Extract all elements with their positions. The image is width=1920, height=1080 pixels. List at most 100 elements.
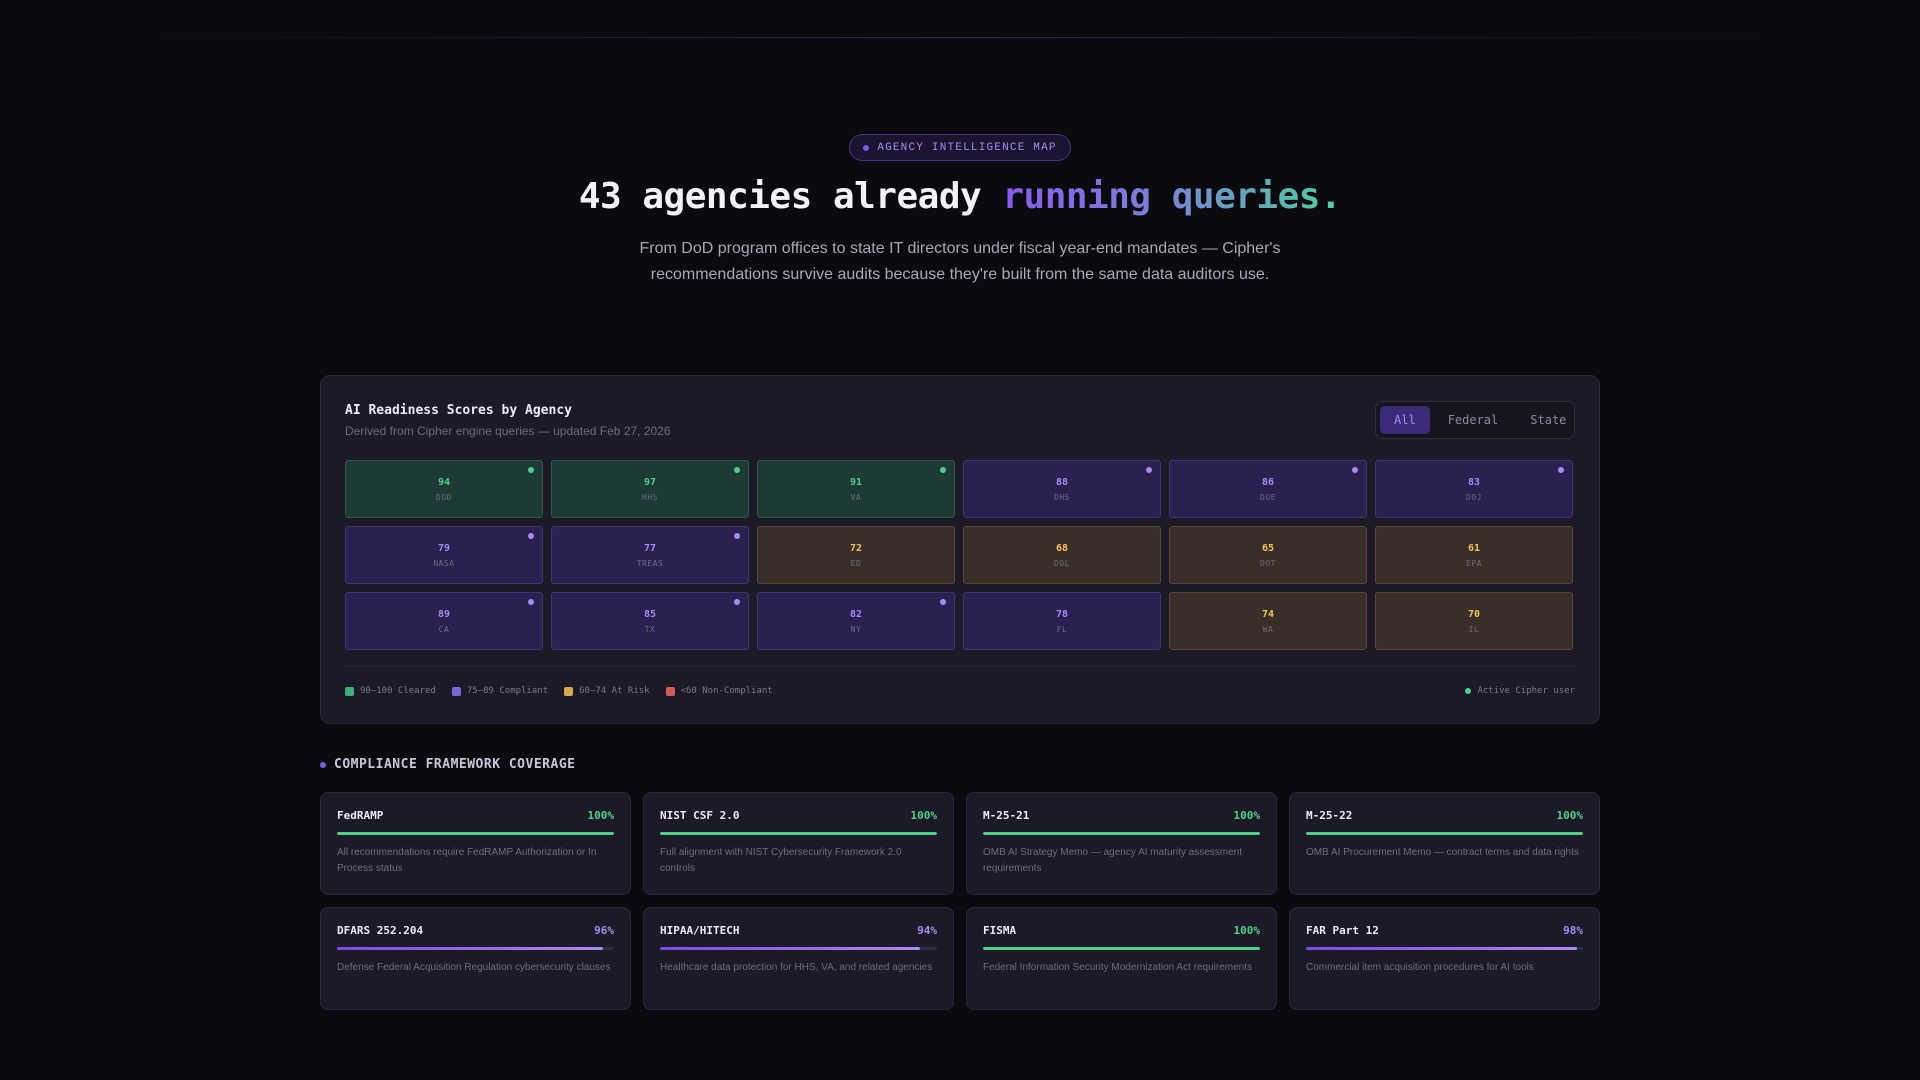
framework-name: M-25-21 xyxy=(983,809,1030,822)
agency-tile[interactable]: 77 TREAS xyxy=(551,526,749,584)
agency-name: DOE xyxy=(1260,492,1276,502)
agency-tile[interactable]: 82 NY xyxy=(757,592,955,650)
legend-label: 75–89 Compliant xyxy=(466,686,549,696)
agency-tile[interactable]: 65 DOT xyxy=(1169,526,1367,584)
framework-percent: 94% xyxy=(917,924,937,937)
agency-tile[interactable]: 94 DOD xyxy=(345,460,543,518)
agency-score: 94 xyxy=(437,476,451,488)
agency-name: ED xyxy=(850,558,862,568)
coverage-progress-bar xyxy=(337,832,614,835)
agency-name: IL xyxy=(1468,624,1480,634)
agency-score: 85 xyxy=(643,608,657,620)
framework-card: HIPAA/HITECH 94% Healthcare data protectio… xyxy=(643,907,954,1010)
agency-tile[interactable]: 88 DHS xyxy=(963,460,1161,518)
framework-description: Defense Federal Acquisition Regulation c… xyxy=(337,962,611,973)
agency-tile[interactable]: 79 NASA xyxy=(345,526,543,584)
badge-label: AGENCY INTELLIGENCE MAP xyxy=(877,141,1057,154)
agency-score: 89 xyxy=(437,608,451,620)
legend-swatch-icon xyxy=(451,686,461,696)
agency-name: CA xyxy=(438,624,450,634)
agency-name: WA xyxy=(1262,624,1274,634)
active-user-dot-icon xyxy=(528,533,534,539)
section-dot-icon xyxy=(320,761,326,768)
badge-dot-icon xyxy=(863,144,870,151)
agency-name: EPA xyxy=(1466,558,1482,568)
agency-tile[interactable]: 86 DOE xyxy=(1169,460,1367,518)
filter-state-button[interactable]: State xyxy=(1516,406,1580,434)
legend-item: <60 Non-Compliant xyxy=(665,686,773,696)
framework-card: NIST CSF 2.0 100% Full alignment with NIST… xyxy=(643,792,954,895)
agency-name: NY xyxy=(850,624,862,634)
framework-name: FedRAMP xyxy=(337,809,384,822)
agency-score: 79 xyxy=(437,542,451,554)
agency-score: 68 xyxy=(1055,542,1069,554)
filter-federal-button[interactable]: Federal xyxy=(1434,406,1513,434)
agency-tile[interactable]: 78 FL xyxy=(963,592,1161,650)
agency-name: DOD xyxy=(436,492,452,502)
agency-tile[interactable]: 61 EPA xyxy=(1375,526,1573,584)
framework-section-title: COMPLIANCE FRAMEWORK COVERAGE xyxy=(320,757,575,772)
framework-card: M-25-21 100% OMB AI Strategy Memo — agency… xyxy=(966,792,1277,895)
hero-section: AGENCY INTELLIGENCE MAP 43 agencies alre… xyxy=(0,134,1920,288)
agency-tile[interactable]: 72 ED xyxy=(757,526,955,584)
agency-score: 77 xyxy=(643,542,657,554)
legend-swatch-icon xyxy=(564,686,574,696)
agency-score: 70 xyxy=(1467,608,1481,620)
agency-name: DOL xyxy=(1054,558,1070,568)
framework-card: FISMA 100% Federal Information Security Mo… xyxy=(966,907,1277,1010)
card-header: NIST CSF 2.0 100% xyxy=(660,809,937,822)
active-user-dot-icon xyxy=(1352,467,1358,473)
coverage-progress-bar xyxy=(983,947,1260,950)
agency-name: DHS xyxy=(1054,492,1070,502)
agency-tile[interactable]: 91 VA xyxy=(757,460,955,518)
framework-description: Healthcare data protection for HHS, VA, … xyxy=(660,962,933,973)
agency-name: TREAS xyxy=(636,558,664,568)
section-badge: AGENCY INTELLIGENCE MAP xyxy=(849,134,1071,161)
card-header: DFARS 252.204 96% xyxy=(337,924,614,937)
framework-name: FAR Part 12 xyxy=(1306,924,1379,937)
framework-description: Full alignment with NIST Cybersecurity F… xyxy=(660,847,902,874)
legend-label: 60–74 At Risk xyxy=(579,686,650,696)
legend-swatch-icon xyxy=(665,686,675,696)
agency-tile[interactable]: 70 IL xyxy=(1375,592,1573,650)
framework-card: M-25-22 100% OMB AI Procurement Memo — con… xyxy=(1289,792,1600,895)
agency-score: 91 xyxy=(849,476,863,488)
agency-grid: 94 DOD 97 HHS 91 VA 88 DHS 86 DOE 83 DOJ 79 NASA 77 TRE… xyxy=(345,460,1575,650)
agency-score: 82 xyxy=(849,608,863,620)
framework-percent: 100% xyxy=(910,809,938,822)
filter-toggle: All Federal State xyxy=(1375,401,1575,439)
agency-tile[interactable]: 83 DOJ xyxy=(1375,460,1573,518)
card-header: HIPAA/HITECH 94% xyxy=(660,924,937,937)
agency-name: FL xyxy=(1056,624,1068,634)
headline-accent: running queries. xyxy=(1002,176,1342,217)
coverage-progress-bar xyxy=(1306,947,1583,950)
filter-all-button[interactable]: All xyxy=(1380,406,1430,434)
agency-tile[interactable]: 85 TX xyxy=(551,592,749,650)
agency-tile[interactable]: 74 WA xyxy=(1169,592,1367,650)
agency-name: NASA xyxy=(433,558,455,568)
agency-tile[interactable]: 97 HHS xyxy=(551,460,749,518)
coverage-progress-fill xyxy=(1306,832,1583,835)
coverage-progress-bar xyxy=(1306,832,1583,835)
agency-name: DOT xyxy=(1260,558,1276,568)
framework-name: FISMA xyxy=(983,924,1017,937)
agency-score: 74 xyxy=(1261,608,1275,620)
coverage-progress-bar xyxy=(660,832,937,835)
active-user-dot-icon xyxy=(940,467,946,473)
agency-tile[interactable]: 68 DOL xyxy=(963,526,1161,584)
framework-description: OMB AI Strategy Memo — agency AI maturit… xyxy=(983,847,1242,874)
framework-name: HIPAA/HITECH xyxy=(660,924,740,937)
agency-score: 72 xyxy=(849,542,863,554)
framework-card: FedRAMP 100% All recommendations require F… xyxy=(320,792,631,895)
agency-score: 86 xyxy=(1261,476,1275,488)
framework-description: Commercial item acquisition procedures f… xyxy=(1306,962,1534,973)
framework-percent: 100% xyxy=(1556,809,1584,822)
legend-label: <60 Non-Compliant xyxy=(680,686,773,696)
framework-name: NIST CSF 2.0 xyxy=(660,809,740,822)
agency-tile[interactable]: 89 CA xyxy=(345,592,543,650)
active-user-dot-icon xyxy=(734,533,740,539)
page-subtitle: From DoD program offices to state IT dir… xyxy=(639,240,1281,283)
readiness-panel: AI Readiness Scores by Agency Derived fr… xyxy=(320,375,1600,724)
agency-name: TX xyxy=(644,624,656,634)
framework-name: M-25-22 xyxy=(1306,809,1353,822)
